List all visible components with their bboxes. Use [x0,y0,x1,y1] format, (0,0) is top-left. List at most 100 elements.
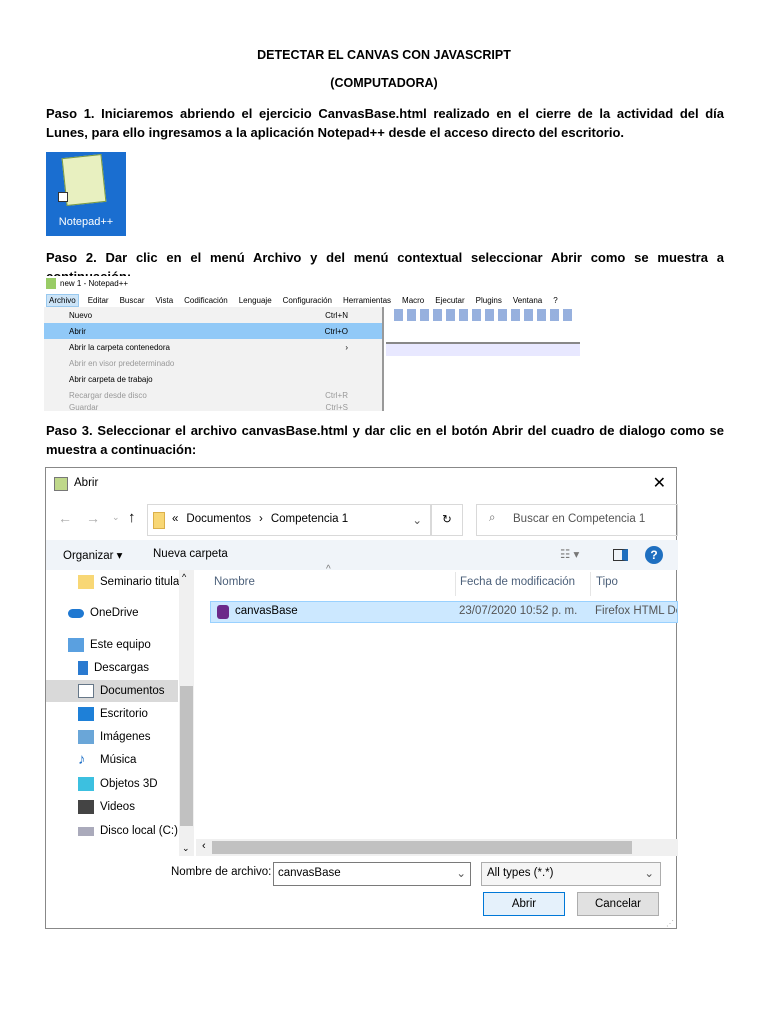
cancel-button[interactable]: Cancelar [577,892,659,916]
item-label: Guardar [69,403,99,411]
nav-label: Objetos 3D [100,778,158,790]
submenu-chevron-icon: › [345,342,348,352]
column-nombre[interactable]: Nombre [214,576,255,588]
scroll-down-icon[interactable]: ⌄ [182,843,190,854]
menu-item-recargar[interactable]: Recargar desde disco Ctrl+R [44,387,382,403]
menu-ventana[interactable]: Ventana [511,295,544,306]
nav-label: Disco local (C:) [100,825,178,837]
horizontal-scrollbar[interactable]: ‹ [196,839,678,856]
organize-button[interactable]: Organizar ▾ [63,548,122,562]
view-options-icon[interactable]: ☷ ▾ [560,547,579,561]
nav-imagenes[interactable]: Imágenes [78,726,151,748]
address-bar[interactable]: « Documentos › Competencia 1 ⌄ [147,504,431,536]
window-title: new 1 - Notepad++ [60,279,129,288]
resize-grip-icon[interactable]: ⋰ [666,919,674,928]
close-icon[interactable]: ✕ [653,473,666,493]
menu-archivo[interactable]: Archivo [46,293,79,307]
chevron-down-icon[interactable]: ⌄ [456,866,466,880]
nav-escritorio[interactable]: Escritorio [78,703,148,725]
step-3-text: Paso 3. Seleccionar el archivo canvasBas… [46,423,724,457]
nav-objetos-3d[interactable]: Objetos 3D [78,773,158,795]
cloud-icon [68,608,84,618]
nav-label: Videos [100,801,135,813]
path-overflow[interactable]: « [172,513,178,525]
filename-value: canvasBase [278,867,341,879]
firefox-html-icon [217,605,229,619]
new-folder-button[interactable]: Nueva carpeta [153,548,228,560]
file-type: Firefox HTML Do [595,605,678,617]
item-shortcut: Ctrl+N [325,310,348,320]
item-label: Abrir la carpeta contenedora [69,342,170,352]
documents-icon [78,684,94,698]
nav-documentos[interactable]: Documentos [46,680,178,702]
filename-input[interactable]: canvasBase ⌄ [273,862,471,886]
item-label: Nuevo [69,310,93,320]
file-type-select[interactable]: All types (*.*) ⌄ [481,862,661,886]
menu-editar[interactable]: Editar [86,295,111,306]
chevron-down-icon[interactable]: ⌄ [412,513,422,527]
refresh-icon[interactable]: ↻ [431,504,463,536]
nav-este-equipo[interactable]: Este equipo [68,634,151,656]
toolbar-icons[interactable] [394,309,574,321]
document-subtitle: (COMPUTADORA) [330,76,438,90]
menu-item-nuevo[interactable]: Nuevo Ctrl+N [44,307,382,323]
menu-ejecutar[interactable]: Ejecutar [433,295,466,306]
scrollbar-thumb[interactable] [180,686,193,826]
preview-pane-icon[interactable] [613,549,628,561]
dialog-title: Abrir [74,477,99,489]
item-shortcut: Ctrl+O [324,326,348,336]
menu-buscar[interactable]: Buscar [118,295,147,306]
menu-help[interactable]: ? [551,295,559,306]
menu-configuracion[interactable]: Configuración [281,295,334,306]
menu-vista[interactable]: Vista [154,295,176,306]
forward-icon[interactable]: → [86,510,100,526]
menu-item-abrir-carpeta-trabajo[interactable]: Abrir carpeta de trabajo [44,371,382,387]
nav-disco-local[interactable]: Disco local (C:) [78,820,178,842]
chevron-down-icon[interactable]: ⌄ [644,866,654,880]
nav-label: Descargas [94,662,149,674]
path-competencia[interactable]: Competencia 1 [271,513,348,525]
menu-plugins[interactable]: Plugins [474,295,504,306]
folder-icon [153,512,165,529]
nav-descargas[interactable]: Descargas [78,657,149,679]
menu-codificacion[interactable]: Codificación [182,295,230,306]
menu-herramientas[interactable]: Herramientas [341,295,393,306]
nav-label: Este equipo [90,639,151,651]
menu-item-abrir-carpeta-contenedora[interactable]: Abrir la carpeta contenedora › [44,339,382,355]
open-button[interactable]: Abrir [483,892,565,916]
item-label: Abrir en visor predeterminado [69,358,175,368]
help-icon[interactable]: ? [645,546,663,564]
nav-videos[interactable]: Videos [78,796,135,818]
scrollbar-thumb[interactable] [212,841,632,854]
path-documentos[interactable]: Documentos [186,513,251,525]
up-icon[interactable]: ↑ [128,509,136,526]
column-fecha[interactable]: Fecha de modificación [460,576,575,588]
file-type-value: All types (*.*) [487,867,554,879]
column-tipo[interactable]: Tipo [596,576,618,588]
nav-onedrive[interactable]: OneDrive [68,602,139,624]
notepad-app-icon [46,278,56,289]
nav-scrollbar[interactable]: ^ ⌄ [179,570,194,856]
video-icon [78,800,94,814]
nav-musica[interactable]: ♪ Música [78,749,136,771]
menu-lenguaje[interactable]: Lenguaje [237,295,274,306]
nav-seminario[interactable]: Seminario titulac [78,571,185,593]
shortcut-arrow-icon [58,192,68,202]
column-divider[interactable] [455,572,456,596]
file-row-canvasbase[interactable]: canvasBase 23/07/2020 10:52 p. m. Firefo… [210,601,678,623]
drive-icon [78,826,94,836]
nav-label: Imágenes [100,731,151,743]
menu-item-abrir-visor[interactable]: Abrir en visor predeterminado [44,355,382,371]
search-input[interactable]: ⌕ Buscar en Competencia 1 [476,504,678,536]
scroll-up-icon[interactable]: ^ [182,572,186,582]
menu-item-abrir[interactable]: Abrir Ctrl+O [44,323,382,339]
menu-item-guardar[interactable]: Guardar Ctrl+S [44,403,382,411]
back-icon[interactable]: ← [58,510,72,526]
recent-chevron-icon[interactable]: ⌄ [112,512,120,523]
column-divider[interactable] [590,572,591,596]
open-file-dialog: Abrir ✕ ← → ⌄ ↑ « Documentos › Competenc… [45,467,678,929]
scroll-left-icon[interactable]: ‹ [202,840,206,852]
notepad-plus-plus-shortcut-icon[interactable]: Notepad++ [46,152,126,236]
menu-macro[interactable]: Macro [400,295,426,306]
item-shortcut: Ctrl+R [325,390,348,400]
